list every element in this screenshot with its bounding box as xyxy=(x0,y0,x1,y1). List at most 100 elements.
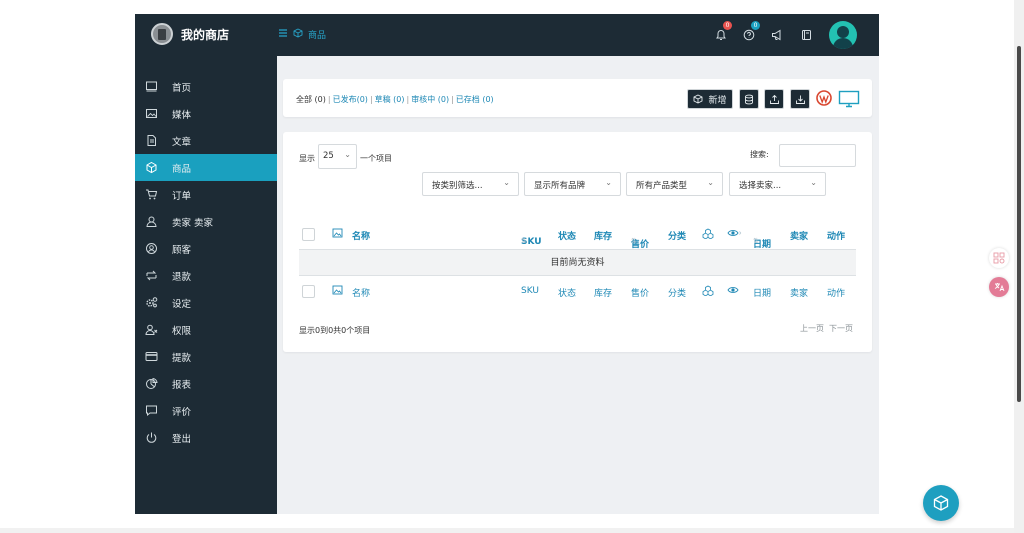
sidebar-item-sellers[interactable]: 卖家 卖家 xyxy=(135,208,277,235)
side-tool-translate-icon[interactable] xyxy=(989,277,1009,297)
sidebar-item-label: 顾客 xyxy=(172,245,192,256)
display-icon[interactable] xyxy=(838,90,860,108)
import-button[interactable] xyxy=(764,89,784,109)
user-avatar[interactable] xyxy=(829,21,857,49)
sidebar-item-label: 订单 xyxy=(172,191,192,202)
help-icon[interactable]: 0 xyxy=(743,21,760,42)
sidebar-item-logout[interactable]: 登出 xyxy=(135,424,277,451)
type-filter-select[interactable]: 所有产品类型 ⌄ xyxy=(626,172,723,196)
book-icon[interactable] xyxy=(801,26,817,42)
column-status[interactable]: 状态 xyxy=(558,229,576,242)
sidebar-item-articles[interactable]: 文章 xyxy=(135,127,277,154)
breadcrumb: 商品 xyxy=(278,28,326,41)
chevron-down-icon: ⌄ xyxy=(810,178,817,187)
page-size-select[interactable]: 25 ⌄ xyxy=(318,144,357,169)
comment-icon xyxy=(145,404,158,417)
side-tool-grid-icon[interactable] xyxy=(989,248,1009,268)
scrollbar-thumb[interactable] xyxy=(1017,46,1021,402)
category-filter-value: 按类别筛选... xyxy=(432,181,483,191)
sidebar-item-media[interactable]: 媒体 xyxy=(135,100,277,127)
sidebar-item-products[interactable]: 商品 xyxy=(135,154,277,181)
column-name-footer[interactable]: 名称 xyxy=(352,286,370,299)
pie-chart-icon xyxy=(145,377,158,390)
wordpress-icon[interactable] xyxy=(816,90,832,106)
column-sku-footer[interactable]: SKU xyxy=(521,286,539,296)
select-all-checkbox-footer[interactable] xyxy=(302,285,315,298)
sidebar-item-customers[interactable]: 顾客 xyxy=(135,235,277,262)
store-name: 我的商店 xyxy=(181,27,230,42)
column-status-footer[interactable]: 状态 xyxy=(558,286,576,299)
type-filter-value: 所有产品类型 xyxy=(636,181,688,191)
variants-icon[interactable] xyxy=(702,285,714,299)
box-icon xyxy=(932,494,950,512)
seller-filter-select[interactable]: 选择卖家... ⌄ xyxy=(729,172,826,196)
status-filter-card: 全部 (0) | 已发布(0) | 草稿 (0) | 审核中 (0) | 已存档 (0) 新增 xyxy=(283,79,872,117)
add-product-button[interactable]: 新增 xyxy=(687,89,733,109)
table-info: 显示0到0共0个项目 xyxy=(299,326,371,335)
column-date-footer[interactable]: 日期 xyxy=(753,286,771,299)
column-seller-footer[interactable]: 卖家 xyxy=(790,286,808,299)
sidebar-item-home[interactable]: 首页 xyxy=(135,73,277,100)
menu-toggle-icon[interactable] xyxy=(278,28,288,41)
products-table-card: 显示 25 ⌄ 一个项目 搜索: 按类别筛选... ⌄ 显示所有品牌 ⌄ 所有产… xyxy=(283,132,872,352)
filter-pending[interactable]: 审核中 (0) xyxy=(411,95,449,104)
category-filter-select[interactable]: 按类别筛选... ⌄ xyxy=(422,172,519,196)
database-button[interactable] xyxy=(739,89,759,109)
megaphone-icon[interactable] xyxy=(771,26,787,42)
column-stock-footer[interactable]: 库存 xyxy=(594,286,612,299)
sidebar-item-label: 退款 xyxy=(172,272,192,283)
box-icon xyxy=(693,94,703,104)
export-button[interactable] xyxy=(790,89,810,109)
prev-page-button[interactable]: 上一页 xyxy=(800,323,824,334)
search-input[interactable] xyxy=(779,144,856,167)
search-label: 搜索: xyxy=(750,150,769,159)
views-icon[interactable] xyxy=(727,285,739,298)
sidebar-item-label: 登出 xyxy=(172,434,192,445)
sidebar-item-permissions[interactable]: 权限 xyxy=(135,316,277,343)
sidebar-item-label: 商品 xyxy=(172,164,192,175)
column-name[interactable]: 名称 xyxy=(352,229,370,242)
box-icon xyxy=(293,28,303,41)
column-action: 动作 xyxy=(827,232,846,242)
chevron-down-icon: ⌄ xyxy=(344,150,351,159)
chevron-down-icon: ⌄ xyxy=(503,178,510,187)
power-icon xyxy=(145,431,158,444)
column-stock[interactable]: 库存 xyxy=(594,229,612,242)
column-category[interactable]: 分类 xyxy=(668,229,686,242)
download-icon xyxy=(795,94,806,105)
sidebar-item-withdrawals[interactable]: 提款 xyxy=(135,343,277,370)
sidebar: 首页 媒体 文章 商品 订单 卖家 卖家 顾客 退款 设定 权限 提款 报表 评… xyxy=(135,56,277,514)
table-header: 名称 SKU ⇅ 状态 库存 售价 ⇅ 分类 日期 ⇅ 卖家 动作 xyxy=(299,221,856,250)
brand-filter-select[interactable]: 显示所有品牌 ⌄ xyxy=(524,172,621,196)
sidebar-item-orders[interactable]: 订单 xyxy=(135,181,277,208)
filter-draft[interactable]: 草稿 (0) xyxy=(375,95,405,104)
settings-icon xyxy=(145,296,158,309)
per-page-suffix: 一个项目 xyxy=(360,154,392,163)
breadcrumb-label: 商品 xyxy=(308,31,327,41)
column-price-footer[interactable]: 售价 xyxy=(631,286,649,299)
chevron-down-icon: ⌄ xyxy=(605,178,612,187)
filter-archived[interactable]: 已存档 (0) xyxy=(456,95,494,104)
column-category-footer[interactable]: 分类 xyxy=(668,286,686,299)
help-badge: 0 xyxy=(751,21,760,30)
bell-icon[interactable]: 0 xyxy=(715,21,732,42)
customer-icon xyxy=(145,242,158,255)
product-assistant-button[interactable] xyxy=(923,485,959,521)
variants-icon[interactable] xyxy=(702,228,714,242)
column-seller[interactable]: 卖家 xyxy=(790,229,808,242)
sidebar-item-label: 文章 xyxy=(172,137,192,148)
next-page-button[interactable]: 下一页 xyxy=(829,323,853,334)
filter-all[interactable]: 全部 (0) xyxy=(296,95,326,104)
filter-published[interactable]: 已发布(0) xyxy=(333,95,368,104)
select-all-checkbox[interactable] xyxy=(302,228,315,241)
views-icon[interactable] xyxy=(727,228,742,241)
sidebar-item-label: 提款 xyxy=(172,353,192,364)
sidebar-item-refunds[interactable]: 退款 xyxy=(135,262,277,289)
top-bar: 我的商店 商品 0 0 xyxy=(135,14,879,56)
page-size-value: 25 xyxy=(323,151,334,161)
sidebar-item-reports[interactable]: 报表 xyxy=(135,370,277,397)
sidebar-item-reviews[interactable]: 评价 xyxy=(135,397,277,424)
page-scrollbar[interactable] xyxy=(1014,0,1024,533)
sidebar-item-settings[interactable]: 设定 xyxy=(135,289,277,316)
brand[interactable]: 我的商店 xyxy=(151,23,229,45)
